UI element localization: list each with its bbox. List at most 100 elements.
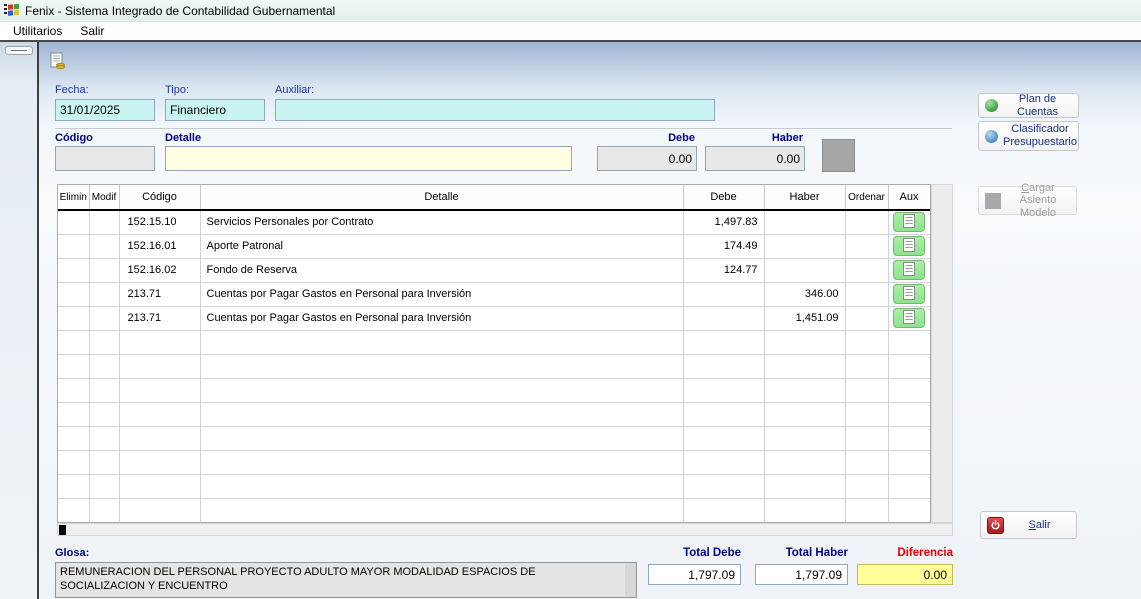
cell-codigo: 152.15.10 xyxy=(119,210,200,234)
glosa-scrollbar[interactable] xyxy=(625,563,636,597)
clasificador-presupuestario-button[interactable]: Clasificador Presupuestario xyxy=(978,121,1079,151)
fecha-input[interactable] xyxy=(55,99,155,121)
debe-label: Debe xyxy=(597,132,695,144)
total-haber-field xyxy=(755,564,848,585)
cell-debe xyxy=(683,306,764,330)
app-icon xyxy=(4,2,20,20)
cell-ordenar xyxy=(845,282,888,306)
haber-input[interactable] xyxy=(705,146,805,171)
cell-detalle: Servicios Personales por Contrato xyxy=(200,210,683,234)
panel-collapse-handle[interactable] xyxy=(5,46,33,55)
cell-debe: 1,497.83 xyxy=(683,210,764,234)
table-row: 152.16.02 Fondo de Reserva 124.77 xyxy=(58,258,930,282)
debe-input[interactable] xyxy=(597,146,697,171)
table-row-empty xyxy=(58,330,930,354)
menu-utilitarios[interactable]: Utilitarios xyxy=(6,22,69,40)
menu-salir[interactable]: Salir xyxy=(73,22,111,40)
cell-detalle: Aporte Patronal xyxy=(200,234,683,258)
cell-haber: 346.00 xyxy=(764,282,845,306)
auxiliar-label: Auxiliar: xyxy=(275,84,314,96)
cell-debe xyxy=(683,282,764,306)
header-ordenar: Ordenar xyxy=(845,185,888,210)
haber-label: Haber xyxy=(705,132,803,144)
aux-button[interactable] xyxy=(893,212,925,232)
salir-label: Salir xyxy=(1009,519,1070,532)
grid-horizontal-scrollbar[interactable] xyxy=(57,523,953,536)
codigo-label: Código xyxy=(55,132,93,144)
cell-modif[interactable] xyxy=(89,306,119,330)
plan-de-cuentas-button[interactable]: Plan de Cuentas xyxy=(978,93,1079,118)
cell-modif[interactable] xyxy=(89,258,119,282)
document-icon xyxy=(903,286,915,303)
table-row-empty xyxy=(58,402,930,426)
gray-square-icon xyxy=(985,193,1001,209)
cell-modif[interactable] xyxy=(89,210,119,234)
cell-elimin[interactable] xyxy=(58,282,89,306)
scrollbar-thumb[interactable] xyxy=(59,525,66,535)
cell-codigo: 152.16.02 xyxy=(119,258,200,282)
cell-detalle: Cuentas por Pagar Gastos en Personal par… xyxy=(200,282,683,306)
entries-grid: Elimin Modif Código Detalle Debe Haber O… xyxy=(57,184,931,523)
cell-codigo: 152.16.01 xyxy=(119,234,200,258)
cell-aux xyxy=(888,234,930,258)
detalle-input[interactable] xyxy=(165,146,572,171)
cell-ordenar xyxy=(845,234,888,258)
cell-elimin[interactable] xyxy=(58,258,89,282)
table-row-empty xyxy=(58,474,930,498)
power-icon xyxy=(987,517,1004,534)
cell-ordenar xyxy=(845,306,888,330)
cell-aux xyxy=(888,282,930,306)
header-elimin: Elimin xyxy=(58,185,89,210)
content-area: Fecha: Tipo: Auxiliar: Código Detalle De… xyxy=(0,42,1141,599)
cell-ordenar xyxy=(845,258,888,282)
grid-header-row: Elimin Modif Código Detalle Debe Haber O… xyxy=(58,185,930,210)
table-row-empty xyxy=(58,426,930,450)
auxiliar-input[interactable] xyxy=(275,99,715,121)
cell-haber: 1,451.09 xyxy=(764,306,845,330)
cell-codigo: 213.71 xyxy=(119,306,200,330)
cell-elimin[interactable] xyxy=(58,210,89,234)
menubar: Utilitarios Salir xyxy=(0,22,1141,42)
diferencia-field xyxy=(857,564,953,585)
cell-modif[interactable] xyxy=(89,234,119,258)
add-entry-button[interactable] xyxy=(822,139,855,172)
cell-haber xyxy=(764,258,845,282)
aux-button[interactable] xyxy=(893,308,925,328)
cell-elimin[interactable] xyxy=(58,306,89,330)
total-debe-label: Total Debe xyxy=(648,547,741,559)
left-collapsed-panel xyxy=(0,42,37,599)
cell-detalle: Cuentas por Pagar Gastos en Personal par… xyxy=(200,306,683,330)
tipo-label: Tipo: xyxy=(165,84,189,96)
grid-vertical-scrollbar[interactable] xyxy=(931,184,953,523)
cell-codigo: 213.71 xyxy=(119,282,200,306)
aux-button[interactable] xyxy=(893,236,925,256)
aux-button[interactable] xyxy=(893,260,925,280)
table-row-empty xyxy=(58,354,930,378)
header-debe: Debe xyxy=(683,185,764,210)
panel-splitter[interactable] xyxy=(37,42,39,599)
green-sphere-icon xyxy=(985,99,998,112)
document-icon xyxy=(903,214,915,231)
codigo-input[interactable] xyxy=(55,146,155,171)
cell-haber xyxy=(764,210,845,234)
table-row: 152.16.01 Aporte Patronal 174.49 xyxy=(58,234,930,258)
cargar-asiento-modelo-label: Cargar Asiento Modelo xyxy=(1006,182,1070,220)
cell-elimin[interactable] xyxy=(58,234,89,258)
cell-debe: 174.49 xyxy=(683,234,764,258)
window-title: Fenix - Sistema Integrado de Contabilida… xyxy=(25,4,335,18)
cargar-asiento-modelo-button: Cargar Asiento Modelo xyxy=(978,186,1077,215)
cell-aux xyxy=(888,258,930,282)
new-entry-toolbar-button[interactable] xyxy=(45,51,69,73)
cell-haber xyxy=(764,234,845,258)
glosa-textarea[interactable]: REMUNERACION DEL PERSONAL PROYECTO ADULT… xyxy=(55,562,637,598)
blue-sphere-icon xyxy=(985,130,998,143)
tipo-input[interactable] xyxy=(165,99,265,121)
application-window: Fenix - Sistema Integrado de Contabilida… xyxy=(0,0,1141,599)
form-separator xyxy=(55,128,952,130)
document-coins-icon xyxy=(48,52,66,73)
salir-button[interactable]: Salir xyxy=(980,511,1077,539)
header-haber: Haber xyxy=(764,185,845,210)
aux-button[interactable] xyxy=(893,284,925,304)
cell-modif[interactable] xyxy=(89,282,119,306)
cell-debe: 124.77 xyxy=(683,258,764,282)
